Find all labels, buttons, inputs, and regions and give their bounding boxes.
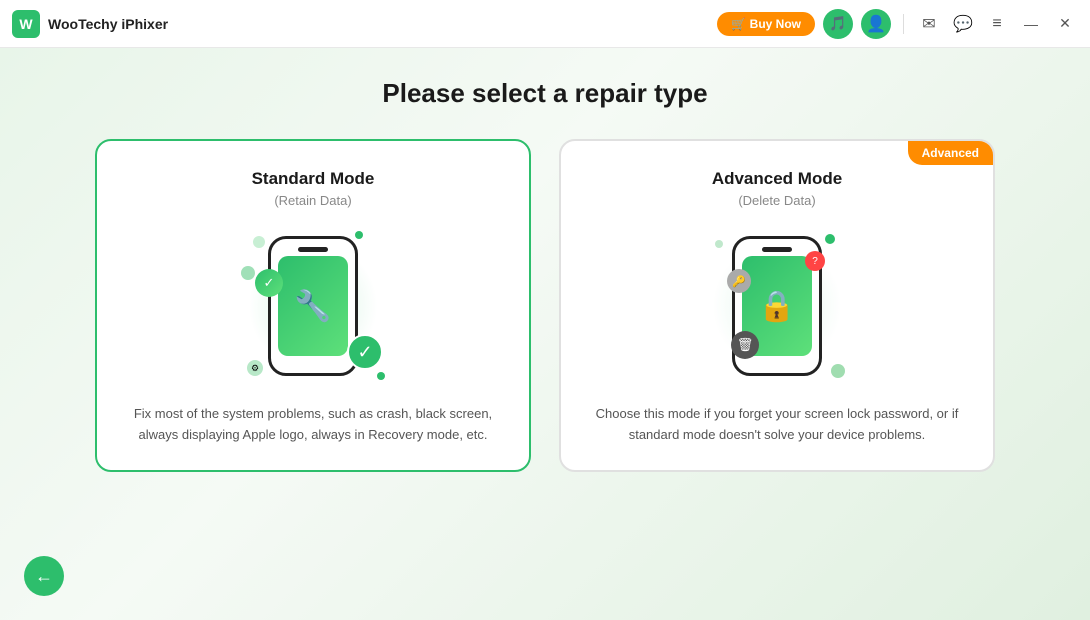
- standard-mode-subtitle: (Retain Data): [274, 193, 351, 208]
- standard-phone: 🔧 ✓: [268, 236, 358, 376]
- advanced-mode-title: Advanced Mode: [712, 169, 842, 189]
- close-button[interactable]: ✕: [1052, 11, 1078, 37]
- titlebar: W WooTechy iPhixer 🛒 Buy Now 🎵 👤 ✉ 💬 ≡ —…: [0, 0, 1090, 48]
- chat-icon[interactable]: 💬: [950, 11, 976, 37]
- advanced-badge: Advanced: [908, 141, 993, 165]
- cards-row: Standard Mode (Retain Data) ⚙ 🔧 ✓: [95, 139, 995, 472]
- page-title: Please select a repair type: [382, 78, 707, 109]
- mail-icon[interactable]: ✉: [916, 11, 942, 37]
- main-content: Please select a repair type Standard Mod…: [0, 48, 1090, 620]
- user-profile-button[interactable]: 👤: [861, 9, 891, 39]
- advanced-illustration: 🔒 ? 🗑 🔑: [697, 226, 857, 386]
- music-icon-button[interactable]: 🎵: [823, 9, 853, 39]
- advanced-mode-subtitle: (Delete Data): [738, 193, 815, 208]
- menu-icon[interactable]: ≡: [984, 11, 1010, 37]
- standard-mode-desc: Fix most of the system problems, such as…: [127, 404, 499, 446]
- titlebar-right: 🛒 Buy Now 🎵 👤 ✉ 💬 ≡ — ✕: [717, 9, 1078, 39]
- titlebar-left: W WooTechy iPhixer: [12, 10, 168, 38]
- advanced-phone: 🔒 ? 🗑 🔑: [732, 236, 822, 376]
- advanced-mode-desc: Choose this mode if you forget your scre…: [591, 404, 963, 446]
- shield-icon: ✓: [255, 269, 283, 297]
- question-badge: ?: [805, 251, 825, 271]
- app-title: WooTechy iPhixer: [48, 16, 168, 32]
- standard-phone-screen: 🔧: [278, 256, 348, 356]
- standard-mode-title: Standard Mode: [252, 169, 375, 189]
- standard-illustration: ⚙ 🔧 ✓ ✓ →: [233, 226, 393, 386]
- back-button[interactable]: ←: [24, 556, 64, 596]
- buy-now-button[interactable]: 🛒 Buy Now: [717, 12, 815, 36]
- advanced-mode-card[interactable]: Advanced Advanced Mode (Delete Data) 🔒 ?: [559, 139, 995, 472]
- trash-badge: 🗑: [731, 331, 759, 359]
- key-badge: 🔑: [727, 269, 751, 293]
- standard-mode-card[interactable]: Standard Mode (Retain Data) ⚙ 🔧 ✓: [95, 139, 531, 472]
- minimize-button[interactable]: —: [1018, 11, 1044, 37]
- separator: [903, 14, 904, 34]
- checkmark-badge: ✓: [347, 334, 383, 370]
- app-logo: W: [12, 10, 40, 38]
